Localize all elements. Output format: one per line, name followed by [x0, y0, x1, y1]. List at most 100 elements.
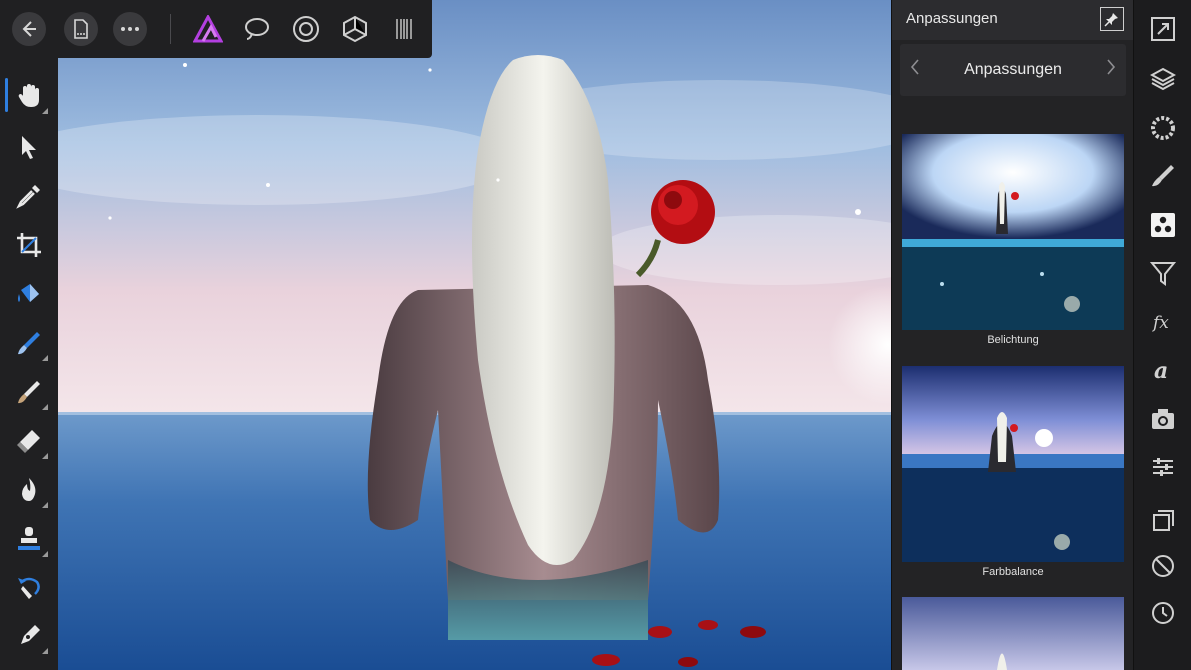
studio-bar: fx a — [1133, 0, 1191, 670]
adjustments-studio-button[interactable] — [1148, 210, 1178, 240]
navigator-icon — [1151, 17, 1175, 41]
document-icon — [74, 19, 88, 39]
develop-persona-icon — [293, 16, 319, 42]
svg-text:a: a — [1154, 358, 1168, 383]
more-icon — [121, 27, 139, 31]
next-category-button[interactable] — [1106, 58, 1116, 82]
color-picker-tool[interactable] — [9, 176, 49, 216]
preset-thumbnail — [902, 366, 1124, 562]
top-toolbar — [0, 0, 432, 58]
layers-icon — [1150, 67, 1176, 91]
pen-tool[interactable] — [9, 616, 49, 656]
effects-icon: fx — [1151, 313, 1169, 333]
tone-mapping-persona-button[interactable] — [339, 13, 371, 45]
burn-tool[interactable] — [9, 470, 49, 510]
undo-brush-tool[interactable] — [9, 568, 49, 608]
artwork-image — [58, 0, 891, 670]
adjustments-panel: Anpassungen Anpassungen Belichtung Farbb… — [891, 0, 1134, 670]
preset-third[interactable] — [902, 597, 1124, 670]
crop-tool[interactable] — [9, 225, 49, 265]
flood-fill-icon — [18, 284, 39, 302]
brushes-studio-button[interactable] — [1148, 161, 1178, 191]
color-icon — [1151, 116, 1175, 140]
brushes-icon — [1152, 165, 1174, 187]
back-button[interactable] — [12, 12, 46, 46]
channels-icon — [1153, 510, 1174, 531]
move-icon — [22, 136, 36, 159]
photo-persona-icon — [193, 15, 223, 43]
transform-icon — [1153, 458, 1173, 476]
clone-tool[interactable] — [9, 519, 49, 559]
submenu-indicator — [42, 453, 48, 459]
burn-icon — [22, 478, 36, 501]
export-persona-button[interactable] — [388, 13, 420, 45]
no-studio-button[interactable] — [1148, 551, 1178, 581]
more-button[interactable] — [113, 12, 147, 46]
preset-thumbnail — [902, 134, 1124, 330]
stock-icon — [1152, 409, 1174, 429]
flood-fill-tool[interactable] — [9, 274, 49, 314]
styles-icon: a — [1154, 358, 1168, 383]
submenu-indicator — [42, 551, 48, 557]
navigator-studio-button[interactable] — [1148, 14, 1178, 44]
liquify-persona-icon — [245, 18, 269, 40]
move-tool[interactable] — [9, 127, 49, 167]
preset-belichtung[interactable]: Belichtung — [902, 134, 1124, 346]
chevron-right-icon — [1107, 59, 1116, 75]
color-picker-icon — [16, 185, 40, 209]
submenu-indicator — [42, 502, 48, 508]
preset-label: Belichtung — [987, 334, 1039, 346]
back-icon — [22, 21, 36, 37]
liquify-persona-button[interactable] — [241, 13, 273, 45]
hand-icon — [18, 84, 39, 107]
filters-studio-button[interactable] — [1148, 258, 1178, 288]
history-icon — [1152, 602, 1174, 624]
tools-panel — [0, 58, 58, 670]
submenu-indicator — [42, 108, 48, 114]
panel-title: Anpassungen — [906, 10, 998, 27]
submenu-indicator — [42, 404, 48, 410]
erase-brush-icon — [17, 430, 40, 453]
clone-icon — [18, 527, 40, 550]
effects-studio-button[interactable]: fx — [1148, 307, 1178, 337]
develop-persona-button[interactable] — [290, 13, 322, 45]
submenu-indicator — [42, 648, 48, 654]
channels-studio-button[interactable] — [1148, 507, 1178, 537]
category-label: Anpassungen — [964, 61, 1062, 78]
pin-icon — [1104, 13, 1118, 27]
photo-persona-button[interactable] — [192, 13, 224, 45]
adjustments-icon — [1151, 213, 1175, 237]
selection-brush-tool[interactable] — [9, 323, 49, 363]
filters-icon — [1150, 262, 1176, 286]
erase-brush-tool[interactable] — [9, 421, 49, 461]
paint-brush-icon — [18, 381, 40, 404]
styles-studio-button[interactable]: a — [1148, 355, 1178, 385]
transform-studio-button[interactable] — [1148, 452, 1178, 482]
active-tool-indicator — [5, 78, 8, 112]
export-persona-icon — [396, 19, 412, 39]
submenu-indicator — [42, 355, 48, 361]
no-icon — [1152, 555, 1174, 577]
hand-tool[interactable] — [9, 76, 49, 116]
layers-studio-button[interactable] — [1148, 64, 1178, 94]
crop-icon — [17, 233, 41, 257]
undo-brush-icon — [18, 577, 40, 599]
preset-thumbnail — [902, 597, 1124, 670]
history-studio-button[interactable] — [1148, 598, 1178, 628]
panel-header: Anpassungen — [892, 0, 1134, 40]
affinity-photo-app: Anpassungen Anpassungen Belichtung Farbb… — [0, 0, 1191, 670]
toolbar-divider — [170, 14, 171, 44]
pen-icon — [21, 625, 40, 644]
tone-mapping-persona-icon — [343, 15, 367, 43]
preset-farbbalance[interactable]: Farbbalance — [902, 366, 1124, 578]
color-studio-button[interactable] — [1148, 113, 1178, 143]
preset-label: Farbbalance — [982, 566, 1044, 578]
pin-button[interactable] — [1100, 7, 1124, 31]
paint-brush-tool[interactable] — [9, 372, 49, 412]
document-canvas[interactable] — [58, 0, 891, 670]
stock-studio-button[interactable] — [1148, 404, 1178, 434]
document-button[interactable] — [64, 12, 98, 46]
category-selector: Anpassungen — [900, 44, 1126, 96]
selection-brush-icon — [18, 332, 40, 355]
svg-text:fx: fx — [1151, 313, 1169, 333]
